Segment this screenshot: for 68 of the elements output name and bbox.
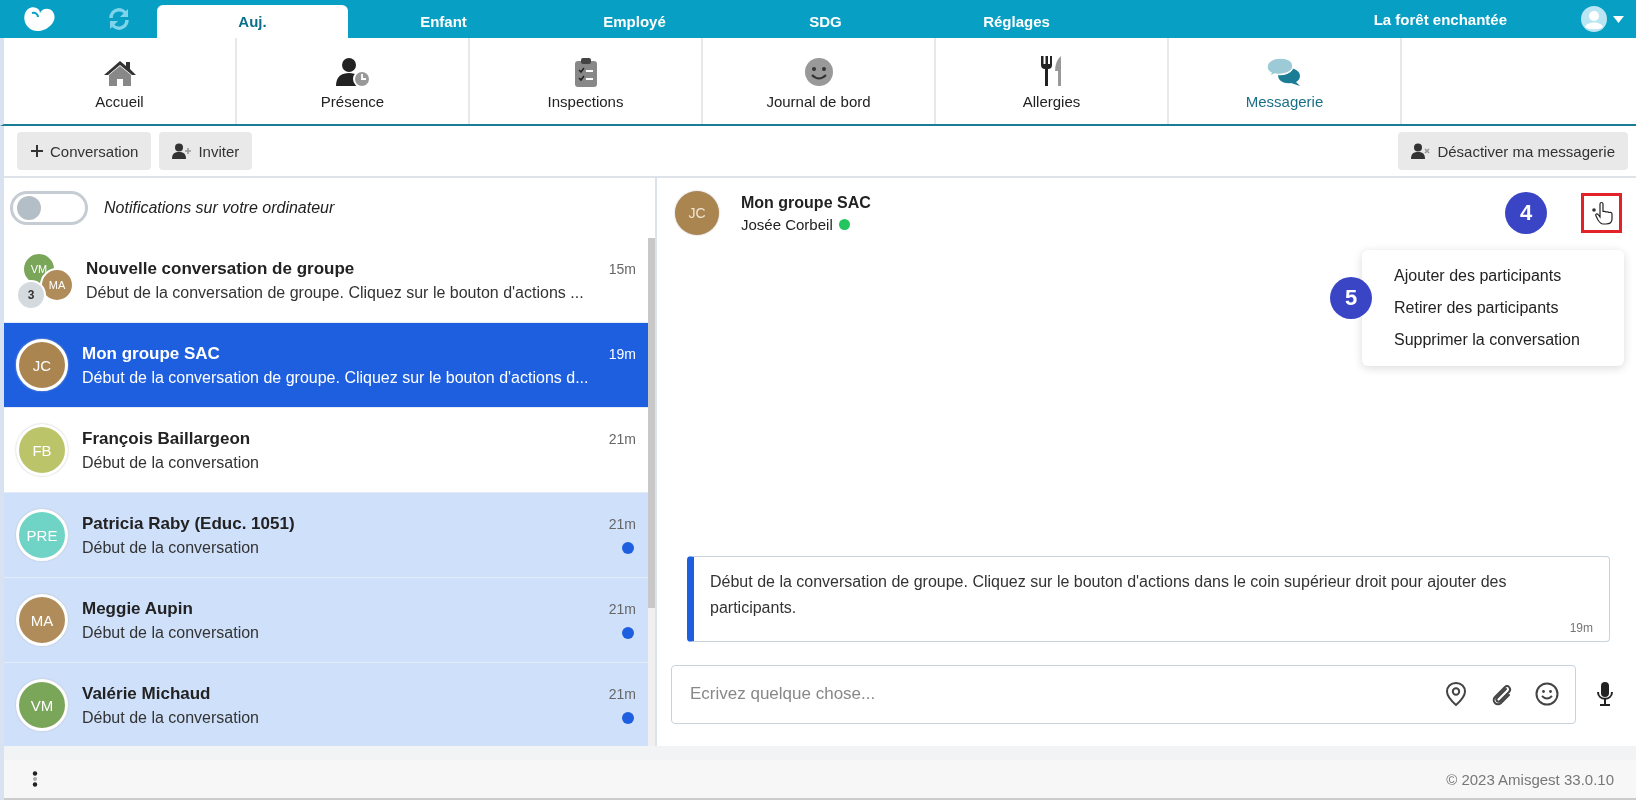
hand-cursor-icon	[1590, 201, 1613, 225]
avatar: PRE	[16, 509, 68, 561]
toolbar-button[interactable]: Inviter	[159, 132, 253, 170]
conversation-title: Meggie Aupin	[82, 598, 194, 619]
caret-icon[interactable]	[1613, 15, 1624, 23]
emoji-icon[interactable]	[1535, 682, 1559, 706]
user-plus-icon	[172, 143, 193, 159]
module-tab[interactable]: Accueil	[4, 38, 237, 124]
avatar: JC	[16, 339, 68, 391]
clipboard-icon	[573, 57, 598, 87]
annotation-badge: 5	[1330, 277, 1372, 319]
avatar: MA	[16, 594, 68, 646]
conversation-time: 21m	[608, 430, 636, 447]
conversation-title: Nouvelle conversation de groupe	[86, 258, 356, 279]
plus-icon	[30, 144, 44, 158]
toolbar-button[interactable]: Désactiver ma messagerie	[1398, 132, 1628, 170]
menu-item[interactable]: Retirer des participants	[1394, 292, 1559, 324]
annotation-badge: 4	[1505, 192, 1547, 234]
conversation-preview: Début de la conversation	[82, 708, 260, 727]
conversation-title: Valérie Michaud	[82, 683, 212, 704]
conversation-preview: Début de la conversation de groupe. Cliquez sur le bouton d'actions d...	[82, 368, 590, 387]
module-tab[interactable]: Messagerie	[1169, 38, 1402, 124]
conversation-title: Patricia Raby (Educ. 1051)	[82, 513, 296, 534]
module-tab[interactable]: Présence	[237, 38, 470, 124]
conversation-time: 21m	[608, 600, 636, 617]
avatar: JC	[675, 191, 719, 235]
conversation-time: 15m	[608, 260, 636, 277]
avatar: FB	[16, 424, 68, 476]
conversation-time: 19m	[608, 345, 636, 362]
conversation-item[interactable]: VM Valérie Michaud 21m Début de la conversation	[4, 663, 648, 746]
conversation-time: 21m	[608, 515, 636, 532]
copyright-text: © 2023 Amisgest 33.0.10	[1446, 770, 1614, 788]
chat-title: Mon groupe SAC	[741, 193, 872, 212]
microphone-icon[interactable]	[1596, 681, 1614, 707]
nav-tab[interactable]: Auj.	[157, 5, 348, 38]
toolbar-button[interactable]: Conversation	[17, 132, 152, 170]
site-name: La forêt enchantée	[1373, 10, 1507, 28]
conversation-title: Mon groupe SAC	[82, 343, 221, 364]
conversation-preview: Début de la conversation de groupe. Cliquez sur le bouton d'actions ...	[86, 283, 585, 302]
logo-icon[interactable]	[22, 5, 58, 33]
toggle-switch[interactable]	[10, 191, 88, 225]
member-name: Josée Corbeil	[741, 215, 833, 233]
conversation-preview: Début de la conversation	[82, 538, 260, 557]
module-tab[interactable]: Inspections	[470, 38, 703, 124]
conversation-preview: Début de la conversation	[82, 453, 260, 472]
conversation-title: François Baillargeon	[82, 428, 252, 449]
person-clock-icon	[334, 57, 371, 87]
location-pin-icon[interactable]	[1445, 681, 1467, 707]
message-input[interactable]: Ecrivez quelque chose...	[688, 683, 1423, 705]
module-tab[interactable]: Allergies	[936, 38, 1169, 124]
actions-button[interactable]	[1581, 193, 1622, 233]
avatar: VM	[16, 679, 68, 731]
conversation-item[interactable]: JC Mon groupe SAC 19m Début de la conversation de groupe. Cliquez sur le bouton d'actions d...	[4, 323, 648, 408]
user-avatar-icon[interactable]	[1581, 6, 1607, 32]
message-field[interactable]: Ecrivez quelque chose...	[671, 664, 1576, 724]
smiley-icon	[803, 57, 834, 87]
message-time: 19m	[1568, 621, 1593, 635]
more-vertical-icon[interactable]	[32, 771, 38, 787]
menu-item[interactable]: Supprimer la conversation	[1394, 324, 1580, 356]
conversation-item[interactable]: MA Meggie Aupin 21m Début de la conversation	[4, 578, 648, 663]
module-tab[interactable]: Journal de bord	[703, 38, 936, 124]
menu-item[interactable]: Ajouter des participants	[1394, 260, 1562, 292]
notifications-label: Notifications sur votre ordinateur	[104, 199, 335, 217]
conversation-item[interactable]: PRE Patricia Raby (Educ. 1051) 21m Début de la conversation	[4, 493, 648, 578]
user-remove-icon	[1411, 143, 1432, 159]
conversation-preview: Début de la conversation	[82, 623, 260, 642]
conversation-time: 21m	[608, 685, 636, 702]
message-text: Début de la conversation de groupe. Cliquez sur le bouton d'actions dans le coin supérieur droit pour ajouter des participants.	[710, 572, 1508, 618]
